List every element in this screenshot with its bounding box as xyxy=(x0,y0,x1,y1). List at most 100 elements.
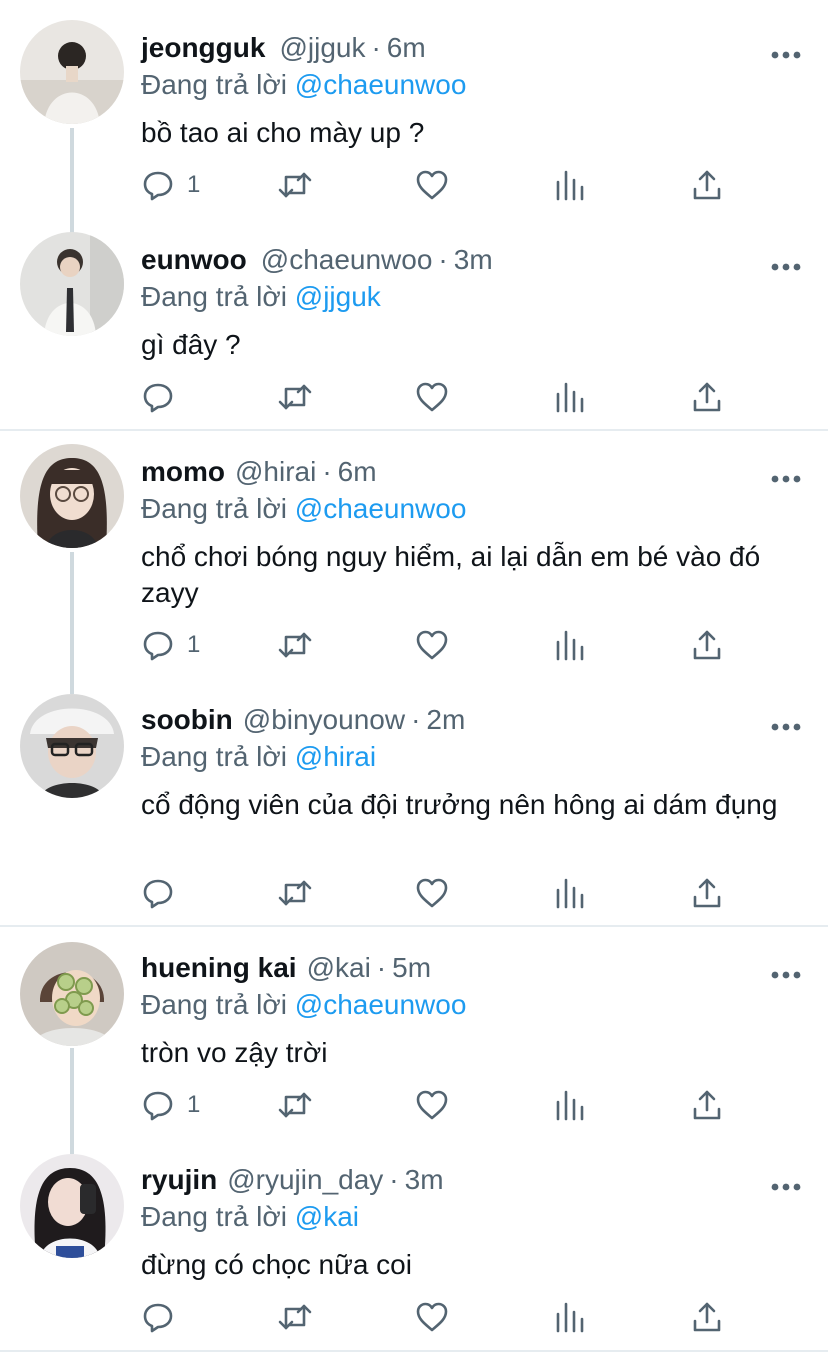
avatar-eunwoo[interactable] xyxy=(20,232,124,336)
reply-prefix: Đang trả lời xyxy=(141,281,287,312)
reply-mention-link[interactable]: @chaeunwoo xyxy=(295,989,467,1020)
retweet-button[interactable] xyxy=(277,377,313,417)
more-icon[interactable] xyxy=(770,1182,802,1192)
stats-button[interactable] xyxy=(554,873,584,913)
tweet-huening-kai[interactable]: huening kai @kai · 5m Đang trả lời @chaeunw… xyxy=(0,940,828,1154)
replying-to: Đang trả lời @chaeunwoo xyxy=(141,491,466,527)
user-handle[interactable]: @jjguk xyxy=(279,32,365,63)
reply-mention-link[interactable]: @hirai xyxy=(295,741,376,772)
thread-separator xyxy=(0,925,828,927)
user-name[interactable]: jeongguk xyxy=(141,32,265,63)
heart-icon xyxy=(416,170,448,200)
stats-button[interactable] xyxy=(554,1085,584,1125)
retweet-button[interactable] xyxy=(277,1085,313,1125)
reply-mention-link[interactable]: @chaeunwoo xyxy=(295,493,467,524)
tweet-momo[interactable]: momo @hirai · 6m Đang trả lời @chaeunwoo ch… xyxy=(0,444,828,694)
share-button[interactable] xyxy=(691,1297,723,1337)
reply-button[interactable]: 1 xyxy=(141,1085,200,1125)
like-button[interactable] xyxy=(415,377,449,417)
reply-mention-link[interactable]: @chaeunwoo xyxy=(295,69,467,100)
replying-to: Đang trả lời @chaeunwoo xyxy=(141,987,466,1023)
tweet-text: chổ chơi bóng nguy hiểm, ai lại dẫn em b… xyxy=(141,541,761,608)
avatar-soobin[interactable] xyxy=(20,694,124,798)
tweet-eunwoo[interactable]: eunwoo @chaeunwoo · 3m Đang trả lời @jjguk … xyxy=(0,232,828,428)
timestamp[interactable]: 2m xyxy=(426,704,465,735)
reply-button[interactable] xyxy=(141,377,187,417)
timestamp[interactable]: 3m xyxy=(405,1164,444,1195)
user-handle[interactable]: @binyounow xyxy=(243,704,405,735)
tweet-text: gì đây ? xyxy=(141,329,241,360)
like-button[interactable] xyxy=(415,165,449,205)
timestamp[interactable]: 6m xyxy=(338,456,377,487)
share-icon xyxy=(693,1302,721,1332)
avatar-momo[interactable] xyxy=(20,444,124,548)
tweet-text: tròn vo zậy trời xyxy=(141,1037,328,1068)
share-button[interactable] xyxy=(691,1085,723,1125)
reply-button[interactable]: 1 xyxy=(141,165,200,205)
stats-button[interactable] xyxy=(554,377,584,417)
user-name[interactable]: huening kai xyxy=(141,952,297,983)
heart-icon xyxy=(416,630,448,660)
retweet-icon xyxy=(278,172,312,198)
share-icon xyxy=(693,630,721,660)
timestamp[interactable]: 5m xyxy=(392,952,431,983)
separator-dot: · xyxy=(376,952,387,983)
tweet-ryujin[interactable]: ryujin @ryujin_day · 3m Đang trả lời @kai đ… xyxy=(0,1152,828,1348)
retweet-button[interactable] xyxy=(277,165,313,205)
user-handle[interactable]: @ryujin_day xyxy=(227,1164,383,1195)
comment-icon xyxy=(143,879,173,909)
reply-mention-link[interactable]: @jjguk xyxy=(295,281,381,312)
separator-dot: · xyxy=(371,32,381,63)
share-icon xyxy=(693,170,721,200)
share-icon xyxy=(693,1090,721,1120)
retweet-button[interactable] xyxy=(277,1297,313,1337)
retweet-icon xyxy=(278,632,312,658)
avatar-ryujin[interactable] xyxy=(20,1154,124,1258)
avatar-huening-kai[interactable] xyxy=(20,942,124,1046)
stats-button[interactable] xyxy=(554,165,584,205)
user-name[interactable]: momo xyxy=(141,456,225,487)
replying-to: Đang trả lời @jjguk xyxy=(141,279,381,315)
tweet-soobin[interactable]: soobin @binyounow · 2m Đang trả lời @hirai … xyxy=(0,692,828,924)
avatar-jeongguk[interactable] xyxy=(20,20,124,124)
analytics-icon xyxy=(556,1090,584,1121)
retweet-button[interactable] xyxy=(277,873,313,913)
tweet-text: cổ động viên của đội trưởng nên hông ai … xyxy=(141,789,778,820)
more-icon[interactable] xyxy=(770,970,802,980)
share-button[interactable] xyxy=(691,873,723,913)
user-name[interactable]: eunwoo xyxy=(141,244,247,275)
like-button[interactable] xyxy=(415,873,449,913)
stats-button[interactable] xyxy=(554,625,584,665)
more-icon[interactable] xyxy=(770,474,802,484)
share-button[interactable] xyxy=(691,625,723,665)
user-name[interactable]: ryujin xyxy=(141,1164,217,1195)
user-handle[interactable]: @chaeunwoo xyxy=(261,244,433,275)
stats-button[interactable] xyxy=(554,1297,584,1337)
heart-icon xyxy=(416,1302,448,1332)
like-button[interactable] xyxy=(415,1085,449,1125)
share-button[interactable] xyxy=(691,377,723,417)
more-icon[interactable] xyxy=(770,262,802,272)
more-icon[interactable] xyxy=(770,722,802,732)
retweet-button[interactable] xyxy=(277,625,313,665)
more-icon[interactable] xyxy=(770,50,802,60)
analytics-icon xyxy=(556,170,584,201)
timestamp[interactable]: 3m xyxy=(454,244,493,275)
like-button[interactable] xyxy=(415,625,449,665)
reply-mention-link[interactable]: @kai xyxy=(295,1201,359,1232)
reply-button[interactable] xyxy=(141,873,187,913)
user-handle[interactable]: @kai xyxy=(307,952,371,983)
like-button[interactable] xyxy=(415,1297,449,1337)
share-button[interactable] xyxy=(691,165,723,205)
reply-button[interactable] xyxy=(141,1297,187,1337)
reply-button[interactable]: 1 xyxy=(141,625,200,665)
user-name[interactable]: soobin xyxy=(141,704,233,735)
analytics-icon xyxy=(556,630,584,661)
analytics-icon xyxy=(556,878,584,909)
separator-dot: · xyxy=(411,704,421,735)
share-icon xyxy=(693,382,721,412)
tweet-jeongguk[interactable]: jeongguk @jjguk · 6m Đang trả lời @chaeunwo… xyxy=(0,20,828,243)
timestamp[interactable]: 6m xyxy=(387,32,426,63)
user-handle[interactable]: @hirai xyxy=(235,456,316,487)
reply-count: 1 xyxy=(187,171,201,198)
